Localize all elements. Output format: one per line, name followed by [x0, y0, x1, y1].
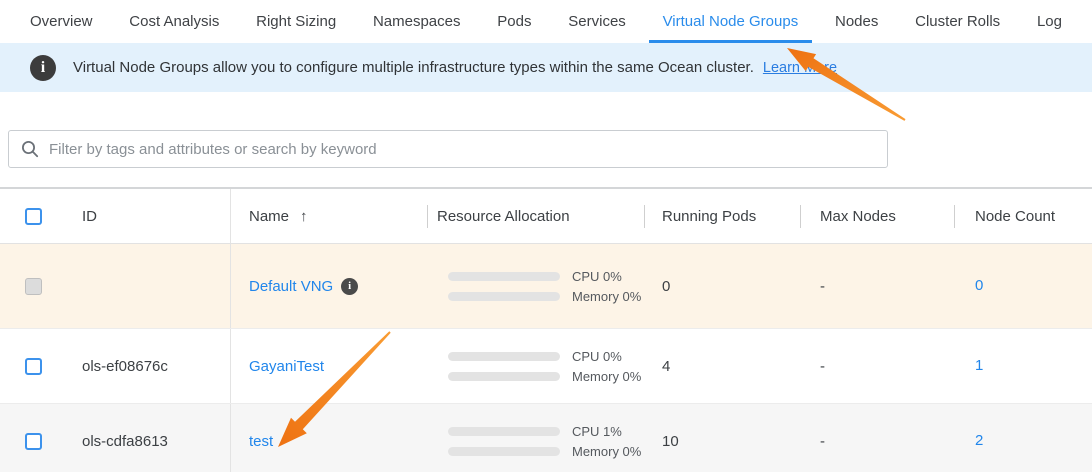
- column-header-id[interactable]: ID: [60, 189, 230, 243]
- cell-max-nodes: -: [800, 433, 954, 450]
- cell-running-pods: 10: [644, 433, 800, 450]
- table-row-gayanitest[interactable]: ols-ef08676c GayaniTest CPU 0% Memory 0%…: [0, 329, 1092, 404]
- info-banner: i Virtual Node Groups allow you to confi…: [0, 43, 1092, 92]
- table-row-default-vng[interactable]: Default VNG i CPU 0% Memory 0% 0 - 0: [0, 244, 1092, 329]
- table-header-row: ID Name ↑ Resource Allocation Running Po…: [0, 189, 1092, 244]
- info-icon: i: [30, 55, 56, 81]
- select-all-checkbox[interactable]: [25, 208, 42, 225]
- memory-usage-bar: [448, 292, 560, 301]
- memory-usage-label: Memory 0%: [572, 369, 641, 384]
- vng-name-link[interactable]: Default VNG: [249, 278, 333, 295]
- cell-node-count: 0: [954, 277, 1092, 295]
- memory-usage-label: Memory 0%: [572, 444, 641, 459]
- column-header-name-label: Name: [231, 208, 289, 225]
- tab-namespaces[interactable]: Namespaces: [373, 0, 461, 43]
- header-checkbox-cell: [0, 189, 60, 243]
- cluster-tab-bar: Overview Cost Analysis Right Sizing Name…: [0, 0, 1092, 43]
- column-header-running-pods[interactable]: Running Pods: [644, 189, 800, 243]
- row-checkbox[interactable]: [25, 433, 42, 450]
- node-count-link[interactable]: 1: [975, 357, 983, 374]
- cell-id: ols-cdfa8613: [60, 433, 230, 450]
- node-count-link[interactable]: 0: [975, 277, 983, 294]
- table-row-test[interactable]: ols-cdfa8613 test CPU 1% Memory 0% 10 -: [0, 404, 1092, 472]
- column-header-resource-allocation[interactable]: Resource Allocation: [427, 189, 644, 243]
- cell-resource-allocation: CPU 0% Memory 0%: [427, 266, 644, 306]
- cell-node-count: 2: [954, 432, 1092, 450]
- tab-cost-analysis[interactable]: Cost Analysis: [129, 0, 219, 43]
- cell-node-count: 1: [954, 357, 1092, 375]
- cpu-usage-label: CPU 1%: [572, 424, 622, 439]
- row-checkbox-cell: [0, 358, 60, 375]
- cell-running-pods: 4: [644, 358, 800, 375]
- cpu-usage-label: CPU 0%: [572, 349, 622, 364]
- info-badge-icon[interactable]: i: [341, 278, 358, 295]
- memory-usage-label: Memory 0%: [572, 289, 641, 304]
- tab-log[interactable]: Log: [1037, 0, 1062, 43]
- cell-name: test: [230, 404, 427, 472]
- search-input[interactable]: [49, 141, 875, 158]
- cell-running-pods: 0: [644, 278, 800, 295]
- row-checkbox-cell: [0, 278, 60, 295]
- cpu-usage-bar: [448, 427, 560, 436]
- cell-name: Default VNG i: [230, 244, 427, 328]
- search-icon: [21, 140, 39, 158]
- vng-table: ID Name ↑ Resource Allocation Running Po…: [0, 187, 1092, 472]
- column-header-max-nodes[interactable]: Max Nodes: [800, 189, 954, 243]
- cpu-usage-bar: [448, 272, 560, 281]
- tab-virtual-node-groups[interactable]: Virtual Node Groups: [649, 0, 813, 43]
- filter-search-box[interactable]: [8, 130, 888, 168]
- cell-id: ols-ef08676c: [60, 358, 230, 375]
- sort-ascending-icon[interactable]: ↑: [300, 208, 308, 225]
- memory-usage-bar: [448, 372, 560, 381]
- cpu-usage-label: CPU 0%: [572, 269, 622, 284]
- row-checkbox[interactable]: [25, 358, 42, 375]
- banner-text: Virtual Node Groups allow you to configu…: [73, 59, 754, 76]
- column-header-node-count[interactable]: Node Count: [954, 189, 1092, 243]
- node-count-link[interactable]: 2: [975, 432, 983, 449]
- tab-overview[interactable]: Overview: [30, 0, 93, 43]
- tab-right-sizing[interactable]: Right Sizing: [256, 0, 336, 43]
- tab-nodes[interactable]: Nodes: [835, 0, 878, 43]
- cell-max-nodes: -: [800, 278, 954, 295]
- cell-resource-allocation: CPU 0% Memory 0%: [427, 346, 644, 386]
- memory-usage-bar: [448, 447, 560, 456]
- column-header-name[interactable]: Name ↑: [230, 189, 427, 243]
- tab-pods[interactable]: Pods: [497, 0, 531, 43]
- virtual-node-groups-page: Overview Cost Analysis Right Sizing Name…: [0, 0, 1092, 472]
- cell-max-nodes: -: [800, 358, 954, 375]
- cell-resource-allocation: CPU 1% Memory 0%: [427, 421, 644, 461]
- tab-cluster-rolls[interactable]: Cluster Rolls: [915, 0, 1000, 43]
- cell-name: GayaniTest: [230, 329, 427, 403]
- cpu-usage-bar: [448, 352, 560, 361]
- learn-more-link[interactable]: Learn More: [763, 60, 837, 76]
- row-checkbox-disabled: [25, 278, 42, 295]
- vng-name-link[interactable]: GayaniTest: [249, 358, 324, 375]
- row-checkbox-cell: [0, 433, 60, 450]
- vng-name-link[interactable]: test: [249, 433, 273, 450]
- tab-services[interactable]: Services: [568, 0, 626, 43]
